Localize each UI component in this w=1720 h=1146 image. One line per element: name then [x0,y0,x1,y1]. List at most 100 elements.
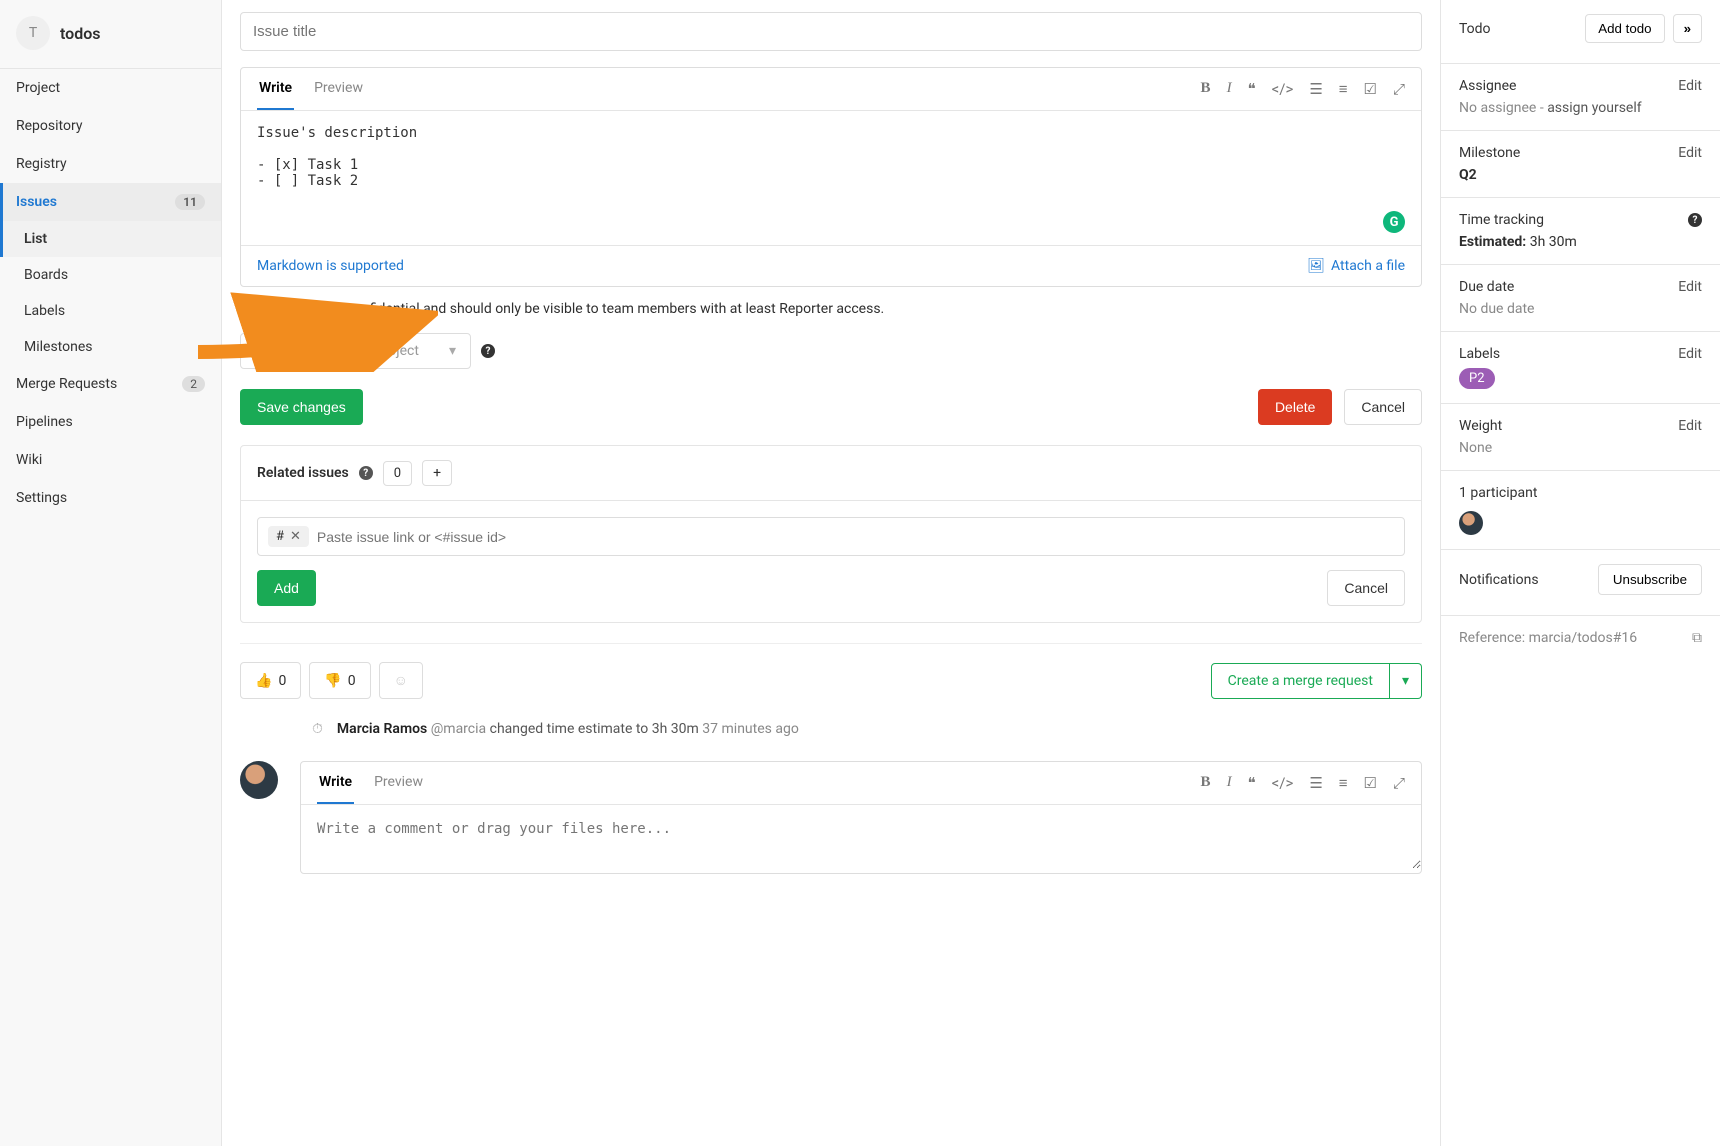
list-ul-icon[interactable]: ☰ [1309,774,1322,792]
sidebar-item-settings[interactable]: Settings [0,479,221,517]
related-issue-input-wrap[interactable]: # ✕ [257,517,1405,556]
cancel-edit-button[interactable]: Cancel [1344,389,1422,425]
bold-icon[interactable]: B [1201,80,1211,98]
task-list-icon[interactable]: ☑ [1364,80,1377,98]
help-icon[interactable]: ? [359,466,373,480]
cancel-related-button[interactable]: Cancel [1327,570,1405,606]
milestone-edit[interactable]: Edit [1678,145,1702,161]
sidebar-subitem-milestones[interactable]: Milestones [0,329,221,365]
milestone-value: Q2 [1459,167,1702,183]
task-list-icon[interactable]: ☑ [1364,774,1377,792]
sidebar-badge: 2 [182,376,205,392]
assignee-value: No assignee - [1459,100,1544,116]
sidebar-item-project[interactable]: Project [0,69,221,107]
add-related-button[interactable]: Add [257,570,316,606]
sidebar-badge: 11 [175,194,205,210]
activity-text: changed time estimate to 3h 30m [490,721,699,737]
markdown-help-link[interactable]: Markdown is supported [257,258,404,274]
issue-chip: # ✕ [268,526,309,547]
related-issues-panel: Related issues ? 0 + # ✕ Add Cancel [240,445,1422,623]
estimated-value: 3h 30m [1530,234,1577,250]
reference-text: Reference: marcia/todos#16 [1459,630,1637,646]
assignee-edit[interactable]: Edit [1678,78,1702,94]
help-icon[interactable]: ? [1688,213,1702,227]
attach-file-link[interactable]: 🖼 Attach a file [1307,258,1405,274]
copy-reference-icon[interactable]: ⧉ [1692,630,1702,646]
labels-label: Labels [1459,346,1500,362]
unsubscribe-button[interactable]: Unsubscribe [1598,564,1702,595]
create-merge-request-button[interactable]: Create a merge request [1211,663,1390,699]
labels-edit[interactable]: Edit [1678,346,1702,362]
thumbs-down-button[interactable]: 👎0 [309,662,370,699]
activity-author[interactable]: Marcia Ramos [337,721,427,737]
delete-button[interactable]: Delete [1258,389,1332,425]
sidebar-item-wiki[interactable]: Wiki [0,441,221,479]
chevron-down-icon: ▾ [449,343,456,359]
bold-icon[interactable]: B [1201,774,1211,792]
weight-edit[interactable]: Edit [1678,418,1702,434]
milestone-label: Milestone [1459,145,1520,161]
quote-icon[interactable]: ❝ [1248,80,1256,98]
comment-tab-preview[interactable]: Preview [372,762,425,804]
sidebar-item-registry[interactable]: Registry [0,145,221,183]
sidebar-item-label: Registry [16,156,67,172]
list-ul-icon[interactable]: ☰ [1309,80,1322,98]
description-textarea[interactable]: Issue's description - [x] Task 1 - [ ] T… [241,111,1421,241]
label-p2[interactable]: P2 [1459,368,1495,389]
grammarly-icon[interactable]: G [1383,211,1405,233]
tab-write[interactable]: Write [257,68,294,110]
issue-sidebar: Todo Add todo » Assignee Edit No assigne… [1440,0,1720,1146]
sidebar-subitem-list[interactable]: List [0,221,221,257]
sidebar: T todos ProjectRepository Registry Issues1… [0,0,222,1146]
comment-tab-write[interactable]: Write [317,762,354,804]
add-related-issue-button[interactable]: + [422,460,452,486]
sidebar-item-pipelines[interactable]: Pipelines [0,403,221,441]
sidebar-item-merge-requests[interactable]: Merge Requests2 [0,365,221,403]
add-reaction-button[interactable]: ☺ [379,662,423,699]
editor-toolbar: B I ❝ </> ☰ ≡ ☑ ⤢ [1201,80,1405,98]
issue-title-input[interactable] [240,12,1422,51]
due-date-edit[interactable]: Edit [1678,279,1702,295]
sidebar-item-label: Settings [16,490,67,506]
thumbs-up-button[interactable]: 👍0 [240,662,301,699]
quote-icon[interactable]: ❝ [1248,774,1256,792]
chip-remove-icon[interactable]: ✕ [290,529,301,544]
time-tracking-label: Time tracking [1459,212,1544,228]
due-date-label: Due date [1459,279,1514,295]
merge-request-dropdown[interactable]: ▾ [1390,663,1422,699]
sidebar-item-repository[interactable]: Repository [0,107,221,145]
assign-yourself-link[interactable]: assign yourself [1547,100,1641,116]
sidebar-subitem-boards[interactable]: Boards [0,257,221,293]
sidebar-subitem-labels[interactable]: Labels [0,293,221,329]
comment-editor: Write Preview B I ❝ </> ☰ ≡ ☑ ⤢ [300,761,1422,874]
save-changes-button[interactable]: Save changes [240,389,363,425]
activity-entry: ⏱ Marcia Ramos @marcia changed time esti… [312,721,1422,737]
code-icon[interactable]: </> [1272,774,1294,792]
related-issue-input[interactable] [317,529,1394,545]
fullscreen-icon[interactable]: ⤢ [1393,80,1405,98]
project-avatar: T [16,16,50,50]
italic-icon[interactable]: I [1227,774,1232,792]
sidebar-item-issues[interactable]: Issues11 [0,183,221,221]
confidential-checkbox[interactable]: ✓ [240,301,256,317]
add-todo-button[interactable]: Add todo [1585,14,1664,43]
activity-time: 37 minutes ago [702,721,799,737]
user-avatar [240,761,278,799]
list-ol-icon[interactable]: ≡ [1339,774,1348,792]
main-content: Write Preview B I ❝ </> ☰ ≡ ☑ ⤢ Issue's … [222,0,1440,1146]
tab-preview[interactable]: Preview [312,68,365,110]
comment-textarea[interactable] [301,805,1421,869]
todo-label: Todo [1459,21,1491,37]
help-icon[interactable]: ? [481,344,495,358]
list-ol-icon[interactable]: ≡ [1339,80,1348,98]
related-issues-count: 0 [383,461,412,486]
fullscreen-icon[interactable]: ⤢ [1393,774,1405,792]
code-icon[interactable]: </> [1272,80,1294,98]
participant-avatar[interactable] [1459,511,1483,535]
italic-icon[interactable]: I [1227,80,1232,98]
activity-handle: @marcia [431,721,490,737]
move-project-select[interactable]: Move to a different project ▾ [240,333,471,369]
collapse-sidebar-button[interactable]: » [1673,14,1702,43]
image-icon: 🖼 [1307,258,1325,274]
sidebar-header: T todos [0,0,221,69]
